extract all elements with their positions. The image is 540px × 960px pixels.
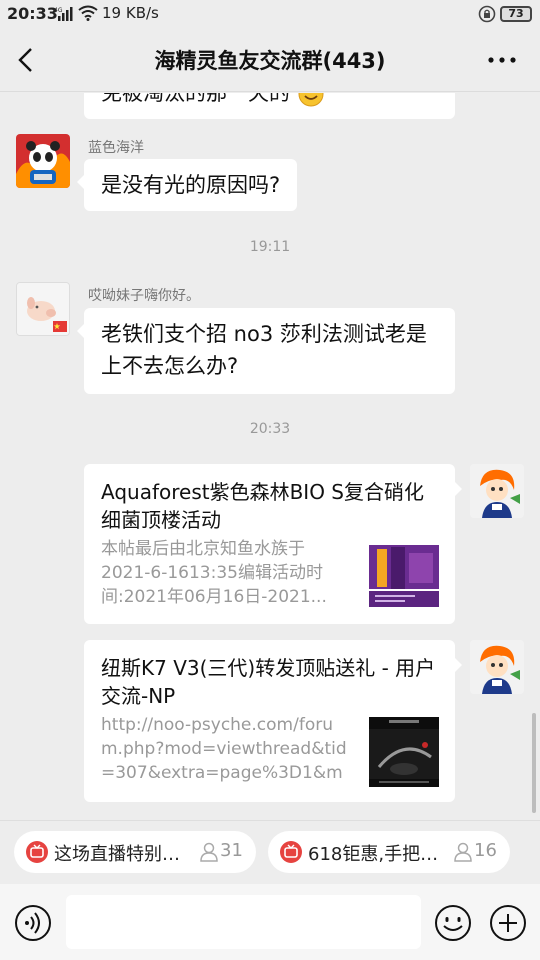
link-card-title: 纽斯K7 V3(三代)转发顶贴送礼 - 用户交流-NP	[101, 656, 436, 708]
message-list[interactable]: 免被淘汰的那一天的 蓝色海洋 是没有光的原因吗? 19:11 哎呦妹子嗨你好。 …	[0, 93, 540, 820]
live-chip[interactable]: 这场直播特别… 31	[14, 831, 256, 873]
message-text: 是没有光的原因吗?	[101, 173, 281, 197]
signal-icon: 4G	[54, 7, 73, 21]
live-chip[interactable]: 618钜惠,手把… 16	[268, 831, 510, 873]
chat-header: 海精灵鱼友交流群(443)	[0, 28, 540, 92]
link-card-thumbnail	[369, 539, 439, 609]
link-card[interactable]: 纽斯K7 V3(三代)转发顶贴送礼 - 用户交流-NP http://noo-p…	[84, 640, 462, 802]
link-card-description: http://noo-psyche.com/forum.php?mod=view…	[101, 715, 347, 783]
scroll-indicator[interactable]	[532, 713, 536, 813]
wifi-icon	[78, 5, 98, 21]
viewer-person-icon	[200, 842, 218, 862]
avatar-sender-2[interactable]	[16, 282, 70, 336]
group-title: 海精灵鱼友交流群(443)	[154, 49, 386, 73]
message-text: 老铁们支个招 no3 莎利法测试老是上不去怎么办?	[101, 322, 427, 378]
status-bar: 20:33 4G 19 KB/s 73	[0, 0, 540, 28]
back-arrow-icon[interactable]	[12, 46, 40, 74]
plus-icon[interactable]	[489, 904, 527, 942]
time-divider: 19:11	[249, 239, 291, 255]
emoji-icon[interactable]	[434, 904, 472, 942]
live-chip-viewer-count: 31	[220, 840, 243, 861]
sender-name: 哎呦妹子嗨你好。	[88, 288, 200, 304]
message-bubble[interactable]: 老铁们支个招 no3 莎利法测试老是上不去怎么办?	[77, 308, 455, 394]
live-chip-title: 这场直播特别…	[54, 844, 180, 865]
network-type-label: 4G	[54, 7, 63, 14]
battery-indicator: 73	[500, 6, 532, 22]
alarm-lock-icon	[478, 5, 496, 23]
live-tv-icon	[26, 841, 48, 863]
status-time: 20:33	[7, 4, 58, 23]
sender-name: 蓝色海洋	[88, 140, 144, 156]
cartoon-avatar-icon	[470, 464, 524, 518]
live-tv-icon	[280, 841, 302, 863]
viewer-person-icon	[454, 842, 472, 862]
avatar-self[interactable]	[470, 464, 524, 518]
more-dots-icon[interactable]	[486, 46, 518, 74]
avatar-blue-ocean[interactable]	[16, 134, 70, 188]
link-card-title: Aquaforest紫色森林BIO S复合硝化细菌顶楼活动	[101, 480, 424, 532]
partial-message-bubble[interactable]: 免被淘汰的那一天的	[84, 93, 455, 119]
link-card[interactable]: Aquaforest紫色森林BIO S复合硝化细菌顶楼活动 本帖最后由北京知鱼水…	[84, 464, 462, 624]
network-speed: 19 KB/s	[102, 4, 159, 22]
live-chip-title: 618钜惠,手把…	[308, 844, 439, 865]
link-card-thumbnail	[369, 717, 439, 787]
live-chip-viewer-count: 16	[474, 840, 497, 861]
time-divider: 20:33	[249, 421, 291, 437]
message-bubble[interactable]: 是没有光的原因吗?	[76, 159, 298, 211]
message-input[interactable]	[66, 895, 421, 949]
pig-avatar-icon	[17, 283, 69, 335]
live-stream-bar: 这场直播特别… 31 618钜惠,手把… 16	[0, 820, 540, 884]
link-card-description: 本帖最后由北京知鱼水族于 2021-6-1613:35编辑活动时间:2021年0…	[101, 539, 327, 607]
message-input-bar	[0, 884, 540, 960]
partial-message-text: 免被淘汰的那一天的	[101, 93, 290, 105]
cartoon-avatar-icon	[470, 640, 524, 694]
voice-icon[interactable]	[14, 904, 52, 942]
avatar-self[interactable]	[470, 640, 524, 694]
panda-avatar-icon	[16, 134, 70, 188]
smile-emoji-icon	[298, 93, 324, 107]
